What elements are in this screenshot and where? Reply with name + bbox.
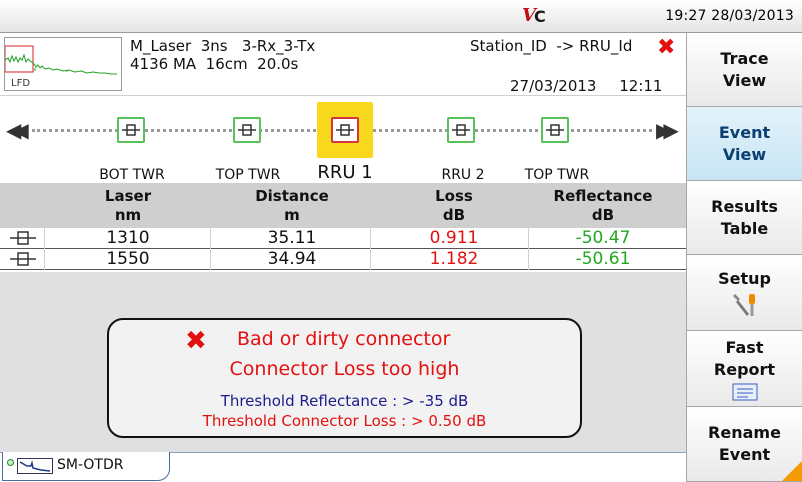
thumbnail-label: LFD [11,78,31,89]
laser-cell: 1310 [106,228,150,248]
selected-event-label: RRU 1 [317,162,373,183]
station-route: Station_ID -> RRU_Id [470,37,633,55]
diagnosis-line-2: Connector Loss too high [229,358,460,380]
clock-time: 19:27 [665,8,707,24]
acquisition-params: M_Laser 3ns 3-Rx_3-Tx 4136 MA 16cm 20.0s [130,37,315,73]
table-header: Laser nm Distance m Loss dB Reflectance dB [0,183,686,228]
diagnosis-line-1: Bad or dirty connector [237,328,451,350]
tools-icon [732,293,755,316]
laser-cell: 1550 [106,249,150,269]
measurement-date: 27/03/2013 [510,77,597,95]
trace-thumbnail[interactable]: LFD [4,37,122,91]
column-loss: Loss dB [435,187,473,224]
column-laser: Laser nm [104,187,152,224]
results-table-button[interactable]: Results Table [686,181,802,255]
event-label: RRU 2 [441,167,485,183]
close-icon[interactable]: ✖ [657,37,675,59]
column-distance: Distance m [255,187,329,224]
clock-date: 28/03/2013 [711,8,794,24]
selected-event-connector-icon[interactable] [331,117,359,143]
acquisition-header: LFD M_Laser 3ns 3-Rx_3-Tx 4136 MA 16cm 2… [0,33,686,95]
trace-view-button[interactable]: Trace View [686,33,802,107]
event-connector-icon[interactable] [117,117,145,143]
vc-logo-icon: VC [522,5,546,26]
event-type-icon [8,228,38,249]
loss-cell: 0.911 [429,228,479,248]
top-bar: VC 19:27 28/03/2013 [0,0,802,33]
otdr-trace-icon [17,458,53,474]
fast-report-button[interactable]: Fast Report [686,331,802,407]
threshold-reflectance: Threshold Reflectance : > -35 dB [220,392,469,410]
event-type-icon [8,249,38,270]
tab-sm-otdr[interactable]: SM-OTDR [2,452,170,481]
distance-cell: 34.94 [267,249,317,269]
params-line-2: 4136 MA 16cm 20.0s [130,55,299,73]
link-map: ◀◀ ▶▶ BOT TWR TOP TWR RRU 1 RRU 2 TOP TW… [0,95,686,183]
threshold-connector-loss: Threshold Connector Loss : > 0.50 dB [202,412,487,430]
side-menu: Trace View Event View Results Table Setup F… [686,33,802,482]
application-tabs: SM-OTDR [0,452,686,482]
next-event-icon[interactable]: ▶▶ [656,118,679,142]
clock: 19:27 28/03/2013 [665,8,794,24]
event-connector-icon[interactable] [447,117,475,143]
more-options-corner-icon[interactable] [782,461,802,481]
reflectance-cell: -50.47 [575,228,631,248]
tab-label: SM-OTDR [57,457,124,473]
measurement-time: 12:11 [619,77,663,95]
event-label: BOT TWR [99,167,165,183]
event-results-table: Laser nm Distance m Loss dB Reflectance dB 1… [0,183,686,270]
event-view-button[interactable]: Event View [686,107,802,181]
reflectance-cell: -50.61 [575,249,631,269]
setup-button[interactable]: Setup [686,255,802,331]
rename-event-button[interactable]: Rename Event [686,407,802,482]
table-row[interactable]: 1550 34.94 1.182 -50.61 [0,249,686,270]
loss-cell: 1.182 [429,249,479,269]
measurement-datetime: 27/03/2013 12:11 [510,77,662,95]
fail-icon: ✖ [185,326,207,356]
tab-status-icon [7,459,14,466]
event-label: TOP TWR [215,167,281,183]
report-icon [732,383,757,400]
diagnosis-box: ✖ Bad or dirty connector Connector Loss … [107,318,582,438]
event-connector-icon[interactable] [233,117,261,143]
column-reflectance: Reflectance dB [553,187,653,224]
previous-event-icon[interactable]: ◀◀ [6,118,29,142]
params-line-1: M_Laser 3ns 3-Rx_3-Tx [130,37,316,55]
table-row[interactable]: 1310 35.11 0.911 -50.47 [0,228,686,249]
event-connector-icon[interactable] [541,117,569,143]
event-label: TOP TWR [524,167,590,183]
distance-cell: 35.11 [267,228,317,248]
